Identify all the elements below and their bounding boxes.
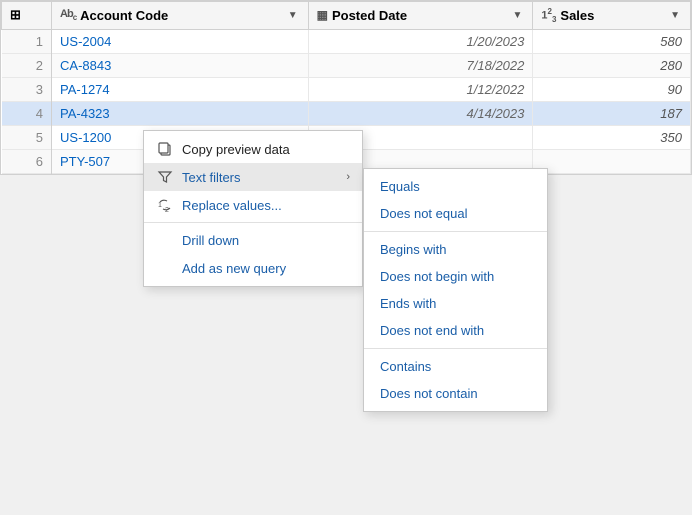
account-code-header[interactable]: Abc Account Code ▼ [52, 2, 309, 30]
drill-down-icon [156, 232, 174, 248]
drill-down-label: Drill down [182, 233, 350, 248]
sales-cell: 350 [533, 125, 691, 149]
table-grid-icon: ⊞ [10, 7, 21, 23]
posted-date-label: Posted Date [332, 8, 407, 23]
text-filters-submenu: Equals Does not equal Begins with Does n… [363, 168, 548, 412]
sales-cell: 280 [533, 53, 691, 77]
posted-date-cell: 7/18/2022 [308, 53, 533, 77]
submenu-divider-1 [364, 231, 547, 232]
abc-icon: Abc [60, 8, 76, 22]
contains-label: Contains [380, 359, 431, 374]
copy-icon [156, 141, 174, 157]
equals-item[interactable]: Equals [364, 173, 547, 200]
svg-text:1: 1 [158, 202, 162, 209]
row-number: 1 [2, 29, 52, 53]
ends-with-label: Ends with [380, 296, 436, 311]
does-not-equal-item[interactable]: Does not equal [364, 200, 547, 227]
account-code-dropdown[interactable]: ▼ [286, 10, 300, 21]
account-code-cell: PA-1274 [52, 77, 309, 101]
account-code-cell: PA-4323 [52, 101, 309, 125]
posted-date-cell: 4/14/2023 [308, 101, 533, 125]
calendar-icon: ▦ [317, 8, 328, 22]
posted-date-dropdown[interactable]: ▼ [510, 10, 524, 21]
begins-with-item[interactable]: Begins with [364, 236, 547, 263]
account-code-label: Account Code [80, 8, 168, 23]
table-row: 2CA-88437/18/2022280 [2, 53, 691, 77]
add-new-query-label: Add as new query [182, 261, 350, 276]
sales-dropdown[interactable]: ▼ [668, 10, 682, 21]
context-menu: Copy preview data Text filters › 1 2 Rep… [143, 130, 363, 287]
row-number: 3 [2, 77, 52, 101]
sales-label: Sales [560, 8, 594, 23]
sales-cell: 90 [533, 77, 691, 101]
account-code-cell: CA-8843 [52, 53, 309, 77]
posted-date-header[interactable]: ▦ Posted Date ▼ [308, 2, 533, 30]
add-new-query-item[interactable]: Add as new query [144, 254, 362, 282]
equals-label: Equals [380, 179, 420, 194]
table-row: 3PA-12741/12/202290 [2, 77, 691, 101]
replace-values-label: Replace values... [182, 198, 350, 213]
does-not-begin-with-item[interactable]: Does not begin with [364, 263, 547, 290]
text-filters-item[interactable]: Text filters › [144, 163, 362, 191]
row-number: 5 [2, 125, 52, 149]
posted-date-cell: 1/12/2022 [308, 77, 533, 101]
sales-cell: 187 [533, 101, 691, 125]
text-filters-label: Text filters [182, 170, 338, 185]
ends-with-item[interactable]: Ends with [364, 290, 547, 317]
sales-cell: 580 [533, 29, 691, 53]
sales-cell [533, 149, 691, 173]
row-number: 2 [2, 53, 52, 77]
svg-text:2: 2 [165, 207, 169, 213]
contains-item[interactable]: Contains [364, 353, 547, 380]
copy-preview-item[interactable]: Copy preview data [144, 135, 362, 163]
filter-icon [156, 169, 174, 185]
sales-header[interactable]: 123 Sales ▼ [533, 2, 691, 30]
text-filters-chevron: › [346, 171, 350, 183]
begins-with-label: Begins with [380, 242, 446, 257]
add-query-icon [156, 260, 174, 276]
row-number-header: ⊞ [2, 2, 52, 30]
menu-divider-1 [144, 222, 362, 223]
does-not-contain-item[interactable]: Does not contain [364, 380, 547, 407]
does-not-end-with-label: Does not end with [380, 323, 484, 338]
submenu-divider-2 [364, 348, 547, 349]
replace-icon: 1 2 [156, 197, 174, 213]
replace-values-item[interactable]: 1 2 Replace values... [144, 191, 362, 219]
number-icon: 123 [541, 7, 556, 24]
copy-preview-label: Copy preview data [182, 142, 350, 157]
account-code-cell: US-2004 [52, 29, 309, 53]
does-not-equal-label: Does not equal [380, 206, 467, 221]
table-row: 4PA-43234/14/2023187 [2, 101, 691, 125]
row-number: 6 [2, 149, 52, 173]
posted-date-cell: 1/20/2023 [308, 29, 533, 53]
row-number: 4 [2, 101, 52, 125]
does-not-end-with-item[interactable]: Does not end with [364, 317, 547, 344]
does-not-contain-label: Does not contain [380, 386, 478, 401]
table-row: 1US-20041/20/2023580 [2, 29, 691, 53]
does-not-begin-with-label: Does not begin with [380, 269, 494, 284]
drill-down-item[interactable]: Drill down [144, 226, 362, 254]
